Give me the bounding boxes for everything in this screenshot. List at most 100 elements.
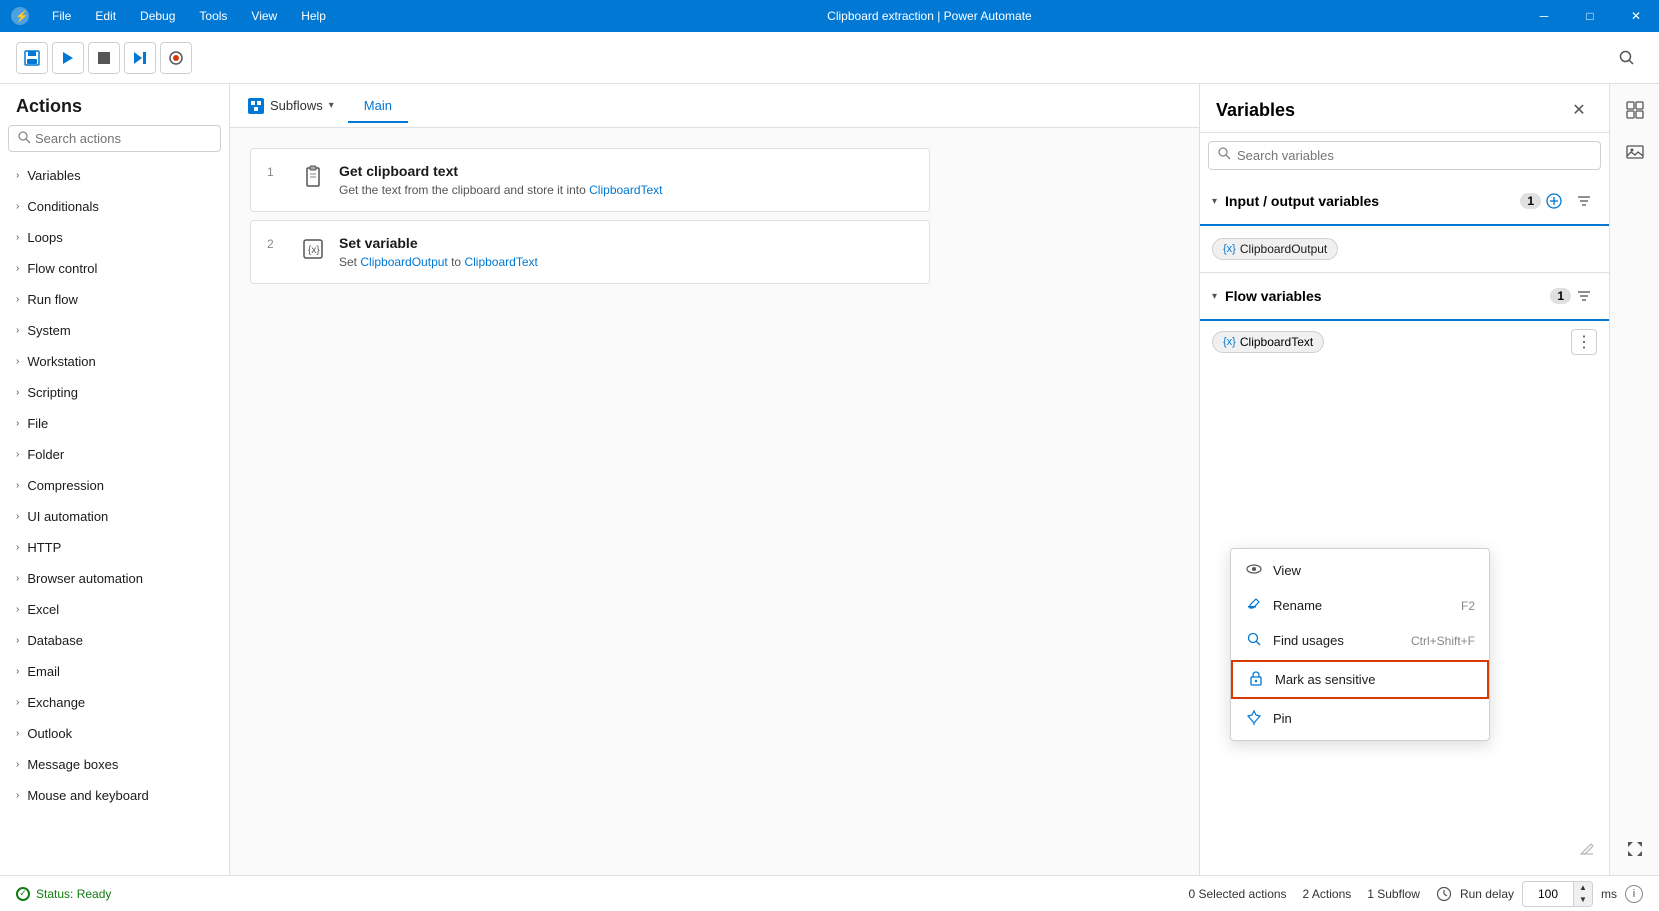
chevron-icon: › [16, 325, 19, 336]
chevron-icon: › [16, 790, 19, 801]
status-text: Status: Ready [36, 887, 111, 901]
menu-help[interactable]: Help [289, 0, 338, 32]
ctx-rename[interactable]: Rename F2 [1231, 588, 1489, 623]
rename-icon [1245, 596, 1263, 615]
action-desc-text-1: Get the text from the clipboard and stor… [339, 183, 586, 197]
sidebar-item-loops[interactable]: ›Loops [0, 222, 229, 253]
ctx-find-usages-label: Find usages [1273, 633, 1401, 648]
image-button[interactable] [1617, 134, 1653, 170]
next-step-button[interactable] [124, 42, 156, 74]
sidebar-item-flow-control[interactable]: ›Flow control [0, 253, 229, 284]
io-var-clipboard-output[interactable]: {x} ClipboardOutput [1212, 238, 1338, 260]
sidebar-item-database[interactable]: ›Database [0, 625, 229, 656]
io-section-header[interactable]: ▾ Input / output variables 1 [1200, 178, 1609, 226]
delay-input[interactable] [1523, 885, 1573, 903]
subflows-button[interactable]: Subflows ▾ [238, 92, 344, 120]
svg-text:⚡: ⚡ [15, 10, 29, 23]
sidebar-item-excel[interactable]: ›Excel [0, 594, 229, 625]
sidebar-item-folder[interactable]: ›Folder [0, 439, 229, 470]
sidebar-item-conditionals[interactable]: ›Conditionals [0, 191, 229, 222]
close-button[interactable]: ✕ [1613, 0, 1659, 32]
flow-section-header[interactable]: ▾ Flow variables 1 [1200, 273, 1609, 321]
mark-sensitive-icon [1247, 670, 1265, 689]
subflows-chevron-icon: ▾ [329, 100, 334, 111]
io-count-badge: 1 [1520, 193, 1541, 209]
subflows-icon [248, 98, 264, 114]
ctx-view[interactable]: View [1231, 553, 1489, 588]
menu-debug[interactable]: Debug [128, 0, 187, 32]
sidebar-item-variables[interactable]: ›Variables [0, 160, 229, 191]
sidebar-item-compression[interactable]: ›Compression [0, 470, 229, 501]
io-filter-button[interactable] [1571, 188, 1597, 214]
io-section-actions [1541, 188, 1597, 214]
menu-file[interactable]: File [40, 0, 83, 32]
menu-view[interactable]: View [239, 0, 289, 32]
search-variables-box[interactable] [1208, 141, 1601, 170]
chevron-icon: › [16, 604, 19, 615]
sidebar-item-scripting[interactable]: ›Scripting [0, 377, 229, 408]
expand-button[interactable] [1617, 831, 1653, 867]
flow-filter-button[interactable] [1571, 283, 1597, 309]
io-add-button[interactable] [1541, 188, 1567, 214]
search-actions-input[interactable] [35, 131, 212, 146]
view-icon [1245, 561, 1263, 580]
actions-panel: Actions ›Variables ›Conditionals ›Loops … [0, 84, 230, 875]
toolbar [0, 32, 1659, 84]
variables-close-button[interactable]: ✕ [1565, 96, 1593, 124]
search-variables-input[interactable] [1237, 148, 1592, 163]
flow-var-more-button[interactable]: ⋮ [1571, 329, 1597, 355]
action-link-2b[interactable]: ClipboardText [464, 255, 537, 269]
eraser-button[interactable] [1577, 838, 1597, 863]
delay-info-button[interactable]: i [1625, 885, 1643, 903]
assets-button[interactable] [1617, 92, 1653, 128]
menu-edit[interactable]: Edit [83, 0, 128, 32]
action-number-2: 2 [267, 235, 287, 251]
app-body: Actions ›Variables ›Conditionals ›Loops … [0, 32, 1659, 911]
action-link-1[interactable]: ClipboardText [589, 183, 662, 197]
maximize-button[interactable]: □ [1567, 0, 1613, 32]
delay-down-button[interactable]: ▼ [1574, 894, 1592, 906]
sidebar-item-ui-automation[interactable]: ›UI automation [0, 501, 229, 532]
minimize-button[interactable]: ─ [1521, 0, 1567, 32]
context-menu: View Rename F2 Find usage [1230, 548, 1490, 741]
sidebar-item-run-flow[interactable]: ›Run flow [0, 284, 229, 315]
variables-title: Variables [1216, 100, 1565, 121]
sidebar-item-browser-automation[interactable]: ›Browser automation [0, 563, 229, 594]
canvas-search-button[interactable] [1611, 42, 1643, 74]
action-card-2: 2 {x} Set variable Set ClipboardOutput t… [250, 220, 930, 284]
ctx-mark-sensitive[interactable]: Mark as sensitive [1231, 660, 1489, 699]
delay-up-button[interactable]: ▲ [1574, 882, 1592, 894]
io-section-title: Input / output variables [1225, 193, 1514, 209]
find-usages-icon [1245, 631, 1263, 650]
window-title: Clipboard extraction | Power Automate [338, 9, 1521, 23]
sidebar-item-file[interactable]: ›File [0, 408, 229, 439]
record-button[interactable] [160, 42, 192, 74]
flow-var-clipboard-text[interactable]: {x} ClipboardText [1212, 331, 1324, 353]
run-button[interactable] [52, 42, 84, 74]
sidebar-item-mouse-keyboard[interactable]: ›Mouse and keyboard [0, 780, 229, 811]
save-button[interactable] [16, 42, 48, 74]
action-card-1: 1 Get clipboard text Get the text from t… [250, 148, 930, 212]
ctx-find-usages[interactable]: Find usages Ctrl+Shift+F [1231, 623, 1489, 658]
tab-main[interactable]: Main [348, 90, 408, 123]
stop-button[interactable] [88, 42, 120, 74]
sidebar-item-exchange[interactable]: ›Exchange [0, 687, 229, 718]
chevron-icon: › [16, 356, 19, 367]
action-link-2a[interactable]: ClipboardOutput [360, 255, 447, 269]
sidebar-item-system[interactable]: ›System [0, 315, 229, 346]
ctx-pin[interactable]: Pin [1231, 701, 1489, 736]
sidebar-item-workstation[interactable]: ›Workstation [0, 346, 229, 377]
chevron-icon: › [16, 728, 19, 739]
action-desc-set: Set [339, 255, 357, 269]
sidebar-item-message-boxes[interactable]: ›Message boxes [0, 749, 229, 780]
sidebar-item-email[interactable]: ›Email [0, 656, 229, 687]
sidebar-item-http[interactable]: ›HTTP [0, 532, 229, 563]
flow-var-label: ClipboardText [1240, 335, 1313, 349]
chevron-icon: › [16, 418, 19, 429]
action-number-1: 1 [267, 163, 287, 179]
menu-tools[interactable]: Tools [187, 0, 239, 32]
search-actions-box[interactable] [8, 125, 221, 152]
sidebar-item-outlook[interactable]: ›Outlook [0, 718, 229, 749]
set-variable-icon: {x} [299, 235, 327, 263]
ctx-rename-shortcut: F2 [1461, 599, 1475, 613]
